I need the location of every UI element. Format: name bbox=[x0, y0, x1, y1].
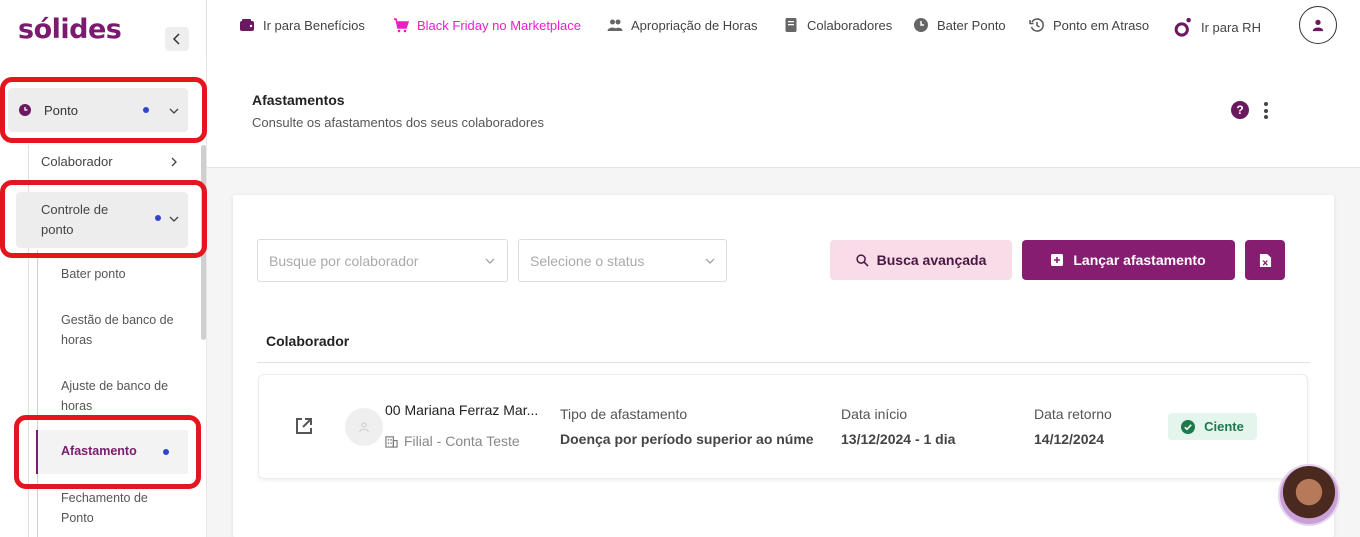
user-icon bbox=[1312, 19, 1324, 32]
button-label: Busca avançada bbox=[876, 252, 987, 268]
user-icon bbox=[359, 422, 369, 433]
column-header-colaborador: Colaborador bbox=[266, 333, 350, 349]
wallet-icon bbox=[240, 19, 254, 31]
people-icon bbox=[607, 19, 623, 31]
clock-icon bbox=[914, 18, 928, 32]
nav-bater-ponto[interactable]: Bater Ponto bbox=[913, 17, 1006, 33]
chevron-down-icon bbox=[705, 258, 715, 264]
data-retorno-value: 14/12/2024 bbox=[1034, 431, 1105, 447]
nav-label: Ir para RH bbox=[1201, 19, 1261, 35]
chevron-right-icon bbox=[171, 157, 177, 167]
nav-colaboradores[interactable]: Colaboradores bbox=[783, 17, 892, 33]
plus-box-icon bbox=[1051, 254, 1064, 266]
collapse-sidebar-button[interactable] bbox=[165, 27, 189, 51]
page-title: Afastamentos bbox=[252, 92, 345, 108]
employee-branch: Filial - Conta Teste bbox=[385, 433, 520, 449]
solides-rh-icon bbox=[1174, 17, 1191, 37]
nav-label: Black Friday no Marketplace bbox=[417, 17, 582, 33]
avatar bbox=[345, 408, 383, 446]
nav-label: Ir para Benefícios bbox=[263, 17, 365, 33]
table-row[interactable]: 00 Mariana Ferraz Mar... Filial - Conta … bbox=[258, 374, 1308, 479]
sidebar-item-bater-ponto[interactable]: Bater ponto bbox=[61, 264, 181, 284]
busca-avancada-button[interactable]: Busca avançada bbox=[830, 240, 1012, 280]
status-label: Ciente bbox=[1204, 419, 1244, 434]
table-divider bbox=[257, 362, 1310, 363]
page-subtitle: Consulte os afastamentos dos seus colabo… bbox=[252, 115, 544, 130]
select-placeholder: Busque por colaborador bbox=[269, 253, 419, 269]
top-navigation: Ir para Benefícios Black Friday no Marke… bbox=[207, 0, 1360, 55]
solides-logo[interactable]: sólides bbox=[18, 14, 122, 45]
nav-black-friday[interactable]: Black Friday no Marketplace bbox=[393, 17, 581, 33]
tipo-afastamento-label: Tipo de afastamento bbox=[560, 406, 688, 422]
afastamentos-card: Busque por colaborador Selecione o statu… bbox=[233, 195, 1334, 537]
data-inicio-label: Data início bbox=[841, 406, 908, 422]
search-icon bbox=[855, 253, 869, 267]
sidebar: sólides Ponto Colaborador Controle de po… bbox=[0, 0, 207, 537]
page-header: Afastamentos Consulte os afastamentos do… bbox=[207, 55, 1360, 168]
submenu-guide-line bbox=[37, 250, 38, 537]
data-retorno-label: Data retorno bbox=[1034, 406, 1112, 422]
sidebar-item-fechamento-ponto[interactable]: Fechamento de Ponto bbox=[61, 488, 181, 528]
cart-icon bbox=[394, 18, 409, 33]
sidebar-item-colaborador[interactable]: Colaborador bbox=[41, 154, 113, 169]
nav-label: Ponto em Atraso bbox=[1053, 17, 1150, 33]
lancar-afastamento-button[interactable]: Lançar afastamento bbox=[1022, 240, 1235, 280]
nav-ir-para-beneficios[interactable]: Ir para Benefícios bbox=[239, 17, 365, 33]
help-icon[interactable]: ? bbox=[1231, 101, 1249, 119]
status-badge: Ciente bbox=[1168, 413, 1257, 440]
building-icon bbox=[385, 435, 398, 448]
export-excel-button[interactable] bbox=[1245, 240, 1285, 280]
tipo-afastamento-value: Doença por período superior ao núme bbox=[560, 431, 814, 447]
highlight-afastamento bbox=[14, 415, 201, 489]
chevron-down-icon bbox=[485, 258, 495, 264]
status-select[interactable]: Selecione o status bbox=[518, 239, 727, 282]
user-avatar-button[interactable] bbox=[1299, 6, 1337, 44]
nav-label: Colaboradores bbox=[807, 17, 893, 33]
check-circle-icon bbox=[1181, 419, 1196, 434]
open-external-icon[interactable] bbox=[294, 416, 314, 436]
sidebar-item-ajuste-banco-horas[interactable]: Ajuste de banco de horas bbox=[61, 376, 181, 416]
data-inicio-value: 13/12/2024 - 1 dia bbox=[841, 431, 956, 447]
excel-file-icon bbox=[1259, 253, 1271, 267]
book-icon bbox=[785, 18, 797, 32]
highlight-ponto bbox=[0, 77, 207, 143]
nav-label: Apropriação de Horas bbox=[631, 17, 758, 33]
more-options-icon[interactable] bbox=[1264, 102, 1268, 119]
highlight-controle-de-ponto bbox=[0, 180, 207, 258]
history-icon bbox=[1029, 18, 1044, 32]
colaborador-search-select[interactable]: Busque por colaborador bbox=[257, 239, 508, 282]
nav-apropriacao-horas[interactable]: Apropriação de Horas bbox=[607, 17, 757, 33]
chevron-left-icon bbox=[172, 33, 180, 45]
nav-ponto-em-atraso[interactable]: Ponto em Atraso bbox=[1029, 17, 1149, 33]
nav-label: Bater Ponto bbox=[937, 17, 1006, 33]
employee-name: 00 Mariana Ferraz Mar... bbox=[385, 402, 539, 418]
select-placeholder: Selecione o status bbox=[530, 253, 645, 269]
sidebar-item-gestao-banco-horas[interactable]: Gestão de banco de horas bbox=[61, 310, 181, 350]
branch-label: Filial - Conta Teste bbox=[404, 433, 520, 449]
nav-ir-para-rh[interactable]: Ir para RH bbox=[1173, 17, 1261, 37]
virtual-assistant-avatar[interactable] bbox=[1278, 464, 1340, 526]
button-label: Lançar afastamento bbox=[1073, 252, 1206, 268]
